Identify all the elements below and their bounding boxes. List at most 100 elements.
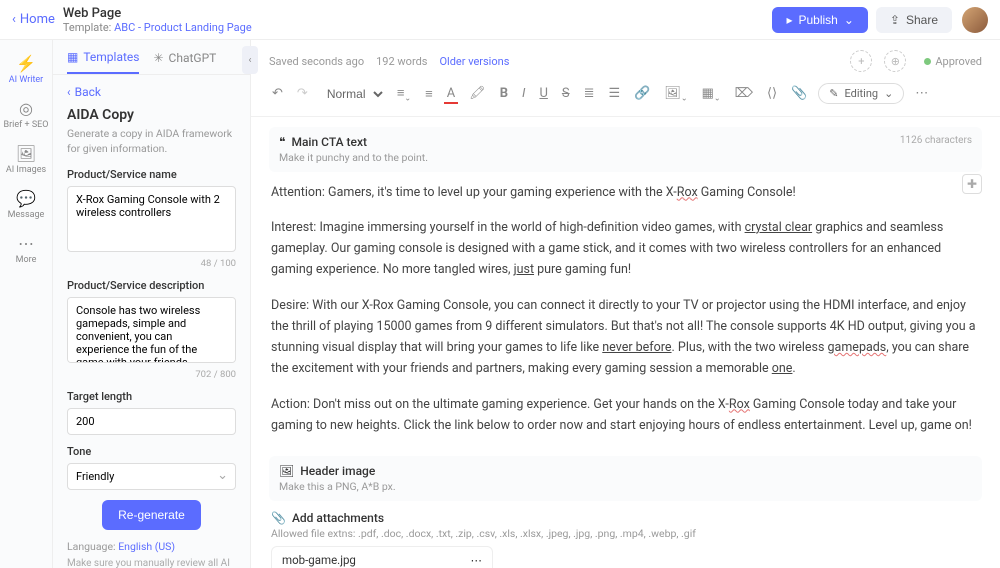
bold-button[interactable]: B: [497, 83, 511, 104]
strike-button[interactable]: S: [559, 83, 573, 104]
rail-ai-writer[interactable]: ⚡ AI Writer: [3, 48, 49, 91]
cta-sub: Make it punchy and to the point.: [279, 151, 972, 164]
table-button[interactable]: ▦⌄: [699, 83, 724, 106]
sidebar-tabs: ▦ Templates ✳ ChatGPT: [53, 40, 250, 75]
code-button[interactable]: ⟨⟩: [764, 83, 780, 104]
attach-button[interactable]: 📎: [788, 83, 810, 104]
attach-sub: Allowed file extns: .pdf, .doc, .docx, .…: [271, 527, 980, 540]
rail-ai-images[interactable]: 🖼AI Images: [3, 138, 49, 181]
back-label: Back: [75, 85, 101, 99]
product-name-input[interactable]: X-Rox Gaming Console with 2 wireless con…: [67, 186, 236, 252]
undo-button[interactable]: ↶: [269, 83, 286, 104]
chevron-left-icon: ‹: [67, 85, 71, 99]
more-toolbar-button[interactable]: ⋯: [912, 83, 931, 104]
chat-icon: ✳: [153, 51, 163, 65]
rail-more[interactable]: ⋯ More: [3, 228, 49, 271]
char-count: 1126 characters: [900, 135, 972, 146]
collapse-sidebar[interactable]: ‹: [242, 46, 258, 74]
counter-desc: 702 / 800: [67, 369, 236, 380]
product-desc-input[interactable]: Console has two wireless gamepads, simpl…: [67, 297, 236, 363]
regenerate-button[interactable]: Re-generate: [102, 500, 201, 530]
add-collaborator[interactable]: +: [850, 50, 872, 72]
meta-row: Saved seconds ago 192 words Older versio…: [251, 40, 1000, 76]
grid-icon: ▦: [67, 50, 78, 64]
tab-label: Templates: [83, 50, 139, 64]
publish-label: Publish: [798, 13, 837, 27]
rail-label: Message: [8, 210, 45, 220]
field-label-name: Product/Service name: [67, 168, 236, 181]
dots-icon: ⋯: [3, 234, 49, 253]
editing-label: Editing: [845, 87, 879, 100]
home-link[interactable]: ‹ Home: [12, 12, 55, 27]
avatar[interactable]: [962, 7, 988, 33]
rail-message[interactable]: 💬Message: [3, 183, 49, 226]
template-link[interactable]: ABC - Product Landing Page: [114, 21, 252, 34]
rail-label: More: [16, 255, 37, 265]
approved-label: Approved: [935, 55, 982, 68]
image-icon: 🖼: [3, 144, 49, 163]
paperclip-icon: 📎: [271, 511, 286, 525]
tab-label: ChatGPT: [169, 51, 217, 65]
saved-status: Saved seconds ago: [269, 55, 364, 68]
publish-button[interactable]: ▸ Publish ⌄: [772, 7, 867, 33]
paragraph-style-select[interactable]: Normal: [319, 84, 386, 104]
italic-button[interactable]: I: [519, 83, 528, 104]
editing-mode-select[interactable]: ✎ Editing ⌄: [818, 83, 904, 104]
bolt-icon: ⚡: [3, 54, 49, 73]
chevron-down-icon: ⌄: [844, 13, 854, 27]
nav-rail: ⚡ AI Writer ◎Brief + SEO 🖼AI Images 💬Mess…: [0, 40, 53, 568]
approval-status: Approved: [924, 55, 982, 68]
older-versions-link[interactable]: Older versions: [439, 55, 509, 68]
lang-link[interactable]: English (US): [118, 540, 175, 553]
numbered-list-button[interactable]: ☰: [606, 83, 624, 104]
field-label-tone: Tone: [67, 445, 236, 458]
bullet-list-button[interactable]: ≣: [581, 83, 598, 104]
redo-button[interactable]: ↷: [294, 83, 311, 104]
text-color-button[interactable]: A: [444, 83, 458, 104]
language-line: Language: English (US): [67, 540, 236, 553]
tone-select[interactable]: [67, 463, 236, 490]
play-icon: ▸: [786, 13, 792, 27]
share-button[interactable]: ⇪ Share: [876, 7, 952, 33]
page-template: Template: ABC - Product Landing Page: [63, 21, 252, 34]
list-button[interactable]: ≡⌄: [394, 82, 414, 106]
pencil-icon: ✎: [829, 87, 838, 100]
clear-format-button[interactable]: ⌦: [732, 83, 756, 104]
page-title-block: Web Page Template: ABC - Product Landing…: [63, 6, 252, 34]
header-title: Header image: [300, 464, 375, 478]
body-text[interactable]: Attention: Gamers, it's time to level up…: [269, 176, 982, 457]
align-button[interactable]: ≡: [422, 83, 436, 105]
image-button[interactable]: 🖼⌄: [661, 83, 690, 106]
chevron-left-icon: ‹: [12, 12, 16, 27]
attachments-section: 📎Add attachments Allowed file extns: .pd…: [269, 505, 982, 568]
text-icon: ❝: [279, 135, 285, 149]
template-label: Template:: [63, 21, 111, 34]
back-link[interactable]: ‹ Back: [67, 85, 236, 99]
link-button[interactable]: 🔗: [631, 83, 653, 104]
tab-chatgpt[interactable]: ✳ ChatGPT: [153, 50, 216, 74]
add-comment-button[interactable]: ✚: [962, 174, 982, 194]
add-group[interactable]: ⊕: [884, 50, 906, 72]
attachment-card[interactable]: mob-game.jpg ⋯: [271, 546, 493, 568]
attachment-name: mob-game.jpg: [282, 553, 356, 567]
rail-label: Brief + SEO: [4, 120, 49, 130]
editor-toolbar: ↶ ↷ Normal ≡⌄ ≡ A 🖍 B I U S ≣ ☰ 🔗 🖼⌄ ▦⌄ …: [251, 76, 1000, 117]
cta-block: ❝Main CTA text Make it punchy and to the…: [269, 127, 982, 172]
review-note: Make sure you manually review all AI gen…: [67, 557, 236, 568]
rail-brief[interactable]: ◎Brief + SEO: [3, 93, 49, 136]
tab-templates[interactable]: ▦ Templates: [67, 50, 139, 74]
editor-content: ❝Main CTA text Make it punchy and to the…: [251, 117, 1000, 568]
word-count: 192 words: [376, 55, 427, 68]
share-icon: ⇪: [890, 13, 900, 27]
header-image-block: 🖼Header image Make this a PNG, A*B px.: [269, 456, 982, 501]
home-label: Home: [20, 12, 55, 27]
chevron-down-icon: ⌄: [884, 87, 893, 100]
attachment-menu[interactable]: ⋯: [471, 553, 483, 567]
highlight-button[interactable]: 🖍: [466, 83, 489, 104]
lang-label: Language:: [67, 540, 116, 553]
field-label-desc: Product/Service description: [67, 279, 236, 292]
underline-button[interactable]: U: [536, 83, 550, 104]
rail-label: AI Writer: [9, 75, 43, 85]
page-title: Web Page: [63, 6, 252, 21]
target-length-input[interactable]: [67, 408, 236, 435]
